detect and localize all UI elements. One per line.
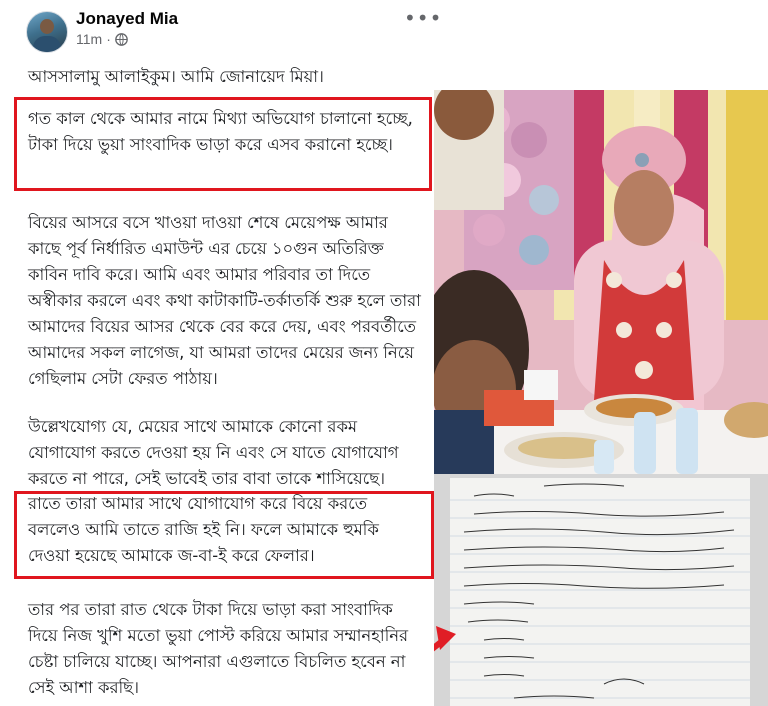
handwritten-letter-image[interactable] (434, 474, 768, 706)
highlight-box-1 (14, 97, 432, 191)
post-time[interactable]: 11m (76, 31, 102, 47)
post-paragraph-3: বিয়ের আসরে বসে খাওয়া দাওয়া শেষে মেয়ে… (28, 213, 421, 388)
post-paragraph-4: উল্লেখযোগ্য যে, মেয়ের সাথে আমাকে কোনো র… (28, 417, 399, 488)
more-options-icon[interactable]: ••• (404, 6, 442, 30)
post-paragraph-1: আসসালামু আলাইকুম। আমি জোনায়েদ মিয়া। (28, 67, 324, 86)
author-name[interactable]: Jonayed Mia (76, 9, 178, 29)
highlight-box-2 (14, 491, 434, 579)
post-header: Jonayed Mia 11m · ••• (0, 0, 768, 60)
avatar[interactable] (26, 11, 68, 53)
post-meta: 11m · (76, 31, 128, 47)
wedding-photo[interactable] (434, 90, 768, 474)
globe-icon (115, 32, 128, 46)
post-paragraph-6: তার পর তারা রাত থেকে টাকা দিয়ে ভাড়া কর… (28, 600, 409, 697)
